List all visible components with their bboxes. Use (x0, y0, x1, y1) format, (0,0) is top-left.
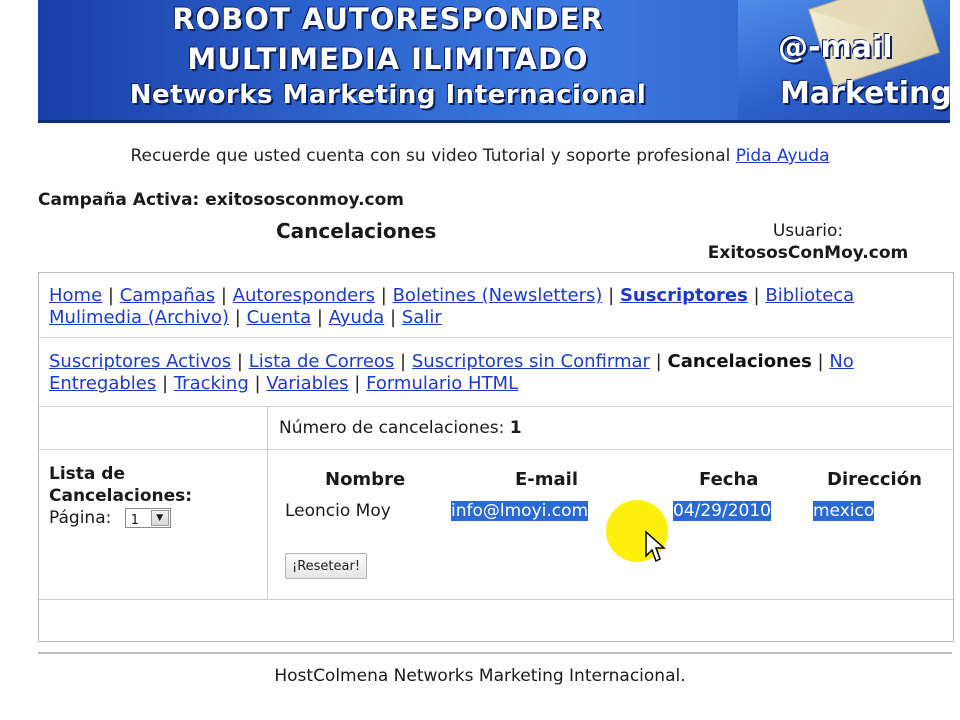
support-notice-text: Recuerde que usted cuenta con su video T… (130, 146, 736, 166)
footer-divider (38, 652, 952, 654)
subnav-lista-correos[interactable]: Lista de Correos (249, 351, 395, 372)
sub-nav: Suscriptores Activos | Lista de Correos … (49, 351, 854, 394)
subnav-formulario[interactable]: Formulario HTML (366, 373, 518, 394)
user-name: ExitososConMoy.com (707, 243, 909, 263)
help-link[interactable]: Pida Ayuda (736, 146, 830, 166)
nav-boletines[interactable]: Boletines (Newsletters) (393, 285, 603, 306)
column-divider (267, 406, 268, 599)
main-nav: Home | Campañas | Autoresponders | Bolet… (49, 285, 855, 328)
cell-email: info@lmoyi.com (451, 501, 589, 521)
page-label: Página: (49, 508, 112, 528)
column-header-nombre: Nombre (325, 469, 406, 490)
divider (39, 406, 953, 407)
column-header-fecha: Fecha (699, 469, 759, 490)
nav-home[interactable]: Home (49, 285, 102, 306)
page-select-value: 1 (130, 513, 140, 528)
column-header-email: E-mail (515, 469, 579, 490)
cell-direccion: mexico (813, 501, 875, 521)
divider (39, 449, 953, 450)
subnav-activos[interactable]: Suscriptores Activos (49, 351, 231, 372)
banner-title-line1: ROBOT AUTORESPONDER (172, 2, 604, 36)
cell-nombre: Leoncio Moy (285, 501, 391, 521)
mouse-pointer-icon (645, 530, 666, 563)
page-select[interactable]: 1 ▼ (124, 508, 171, 528)
active-campaign: Campaña Activa: exitososconmoy.com (38, 190, 404, 210)
nav-ayuda[interactable]: Ayuda (329, 307, 385, 328)
main-panel: Home | Campañas | Autoresponders | Bolet… (38, 272, 954, 642)
nav-campanas[interactable]: Campañas (120, 285, 215, 306)
subnav-tracking[interactable]: Tracking (174, 373, 249, 394)
header-banner: ROBOT AUTORESPONDER MULTIMEDIA ILIMITADO… (38, 0, 950, 123)
subnav-cancelaciones-current: Cancelaciones (667, 351, 812, 372)
count-label: Número de cancelaciones: (279, 418, 505, 438)
nav-cuenta[interactable]: Cuenta (247, 307, 312, 328)
chevron-down-icon[interactable]: ▼ (150, 510, 169, 526)
banner-logo: @-mail Marketing (738, 0, 950, 120)
brand-text-2: Marketing (780, 76, 950, 111)
brand-text-1: @-mail (778, 30, 893, 65)
cancellation-count: Número de cancelaciones: 1 (279, 418, 522, 438)
footer-text: HostColmena Networks Marketing Internaci… (274, 666, 686, 686)
support-notice: Recuerde que usted cuenta con su video T… (0, 146, 960, 166)
user-label: Usuario: (772, 221, 844, 241)
cancellation-list-panel: Lista de Cancelaciones: Página: 1 ▼ (49, 463, 219, 529)
divider (39, 337, 953, 338)
nav-autoresponders[interactable]: Autoresponders (233, 285, 375, 306)
cell-fecha: 04/29/2010 (673, 501, 771, 521)
count-value: 1 (509, 418, 522, 438)
nav-salir[interactable]: Salir (402, 307, 442, 328)
list-title: Lista de Cancelaciones: (49, 464, 193, 506)
banner-title-line3: Networks Marketing Internacional (129, 80, 647, 110)
column-header-direccion: Dirección (827, 469, 922, 490)
subnav-sin-confirmar[interactable]: Suscriptores sin Confirmar (412, 351, 650, 372)
banner-title-line2: MULTIMEDIA ILIMITADO (187, 42, 589, 76)
page-title: Cancelaciones (276, 219, 437, 243)
divider (39, 599, 953, 600)
reset-button[interactable]: ¡Resetear! (285, 553, 368, 579)
nav-suscriptores[interactable]: Suscriptores (620, 285, 748, 306)
subnav-variables[interactable]: Variables (266, 373, 348, 394)
user-info: Usuario: ExitososConMoy.com (690, 220, 926, 264)
